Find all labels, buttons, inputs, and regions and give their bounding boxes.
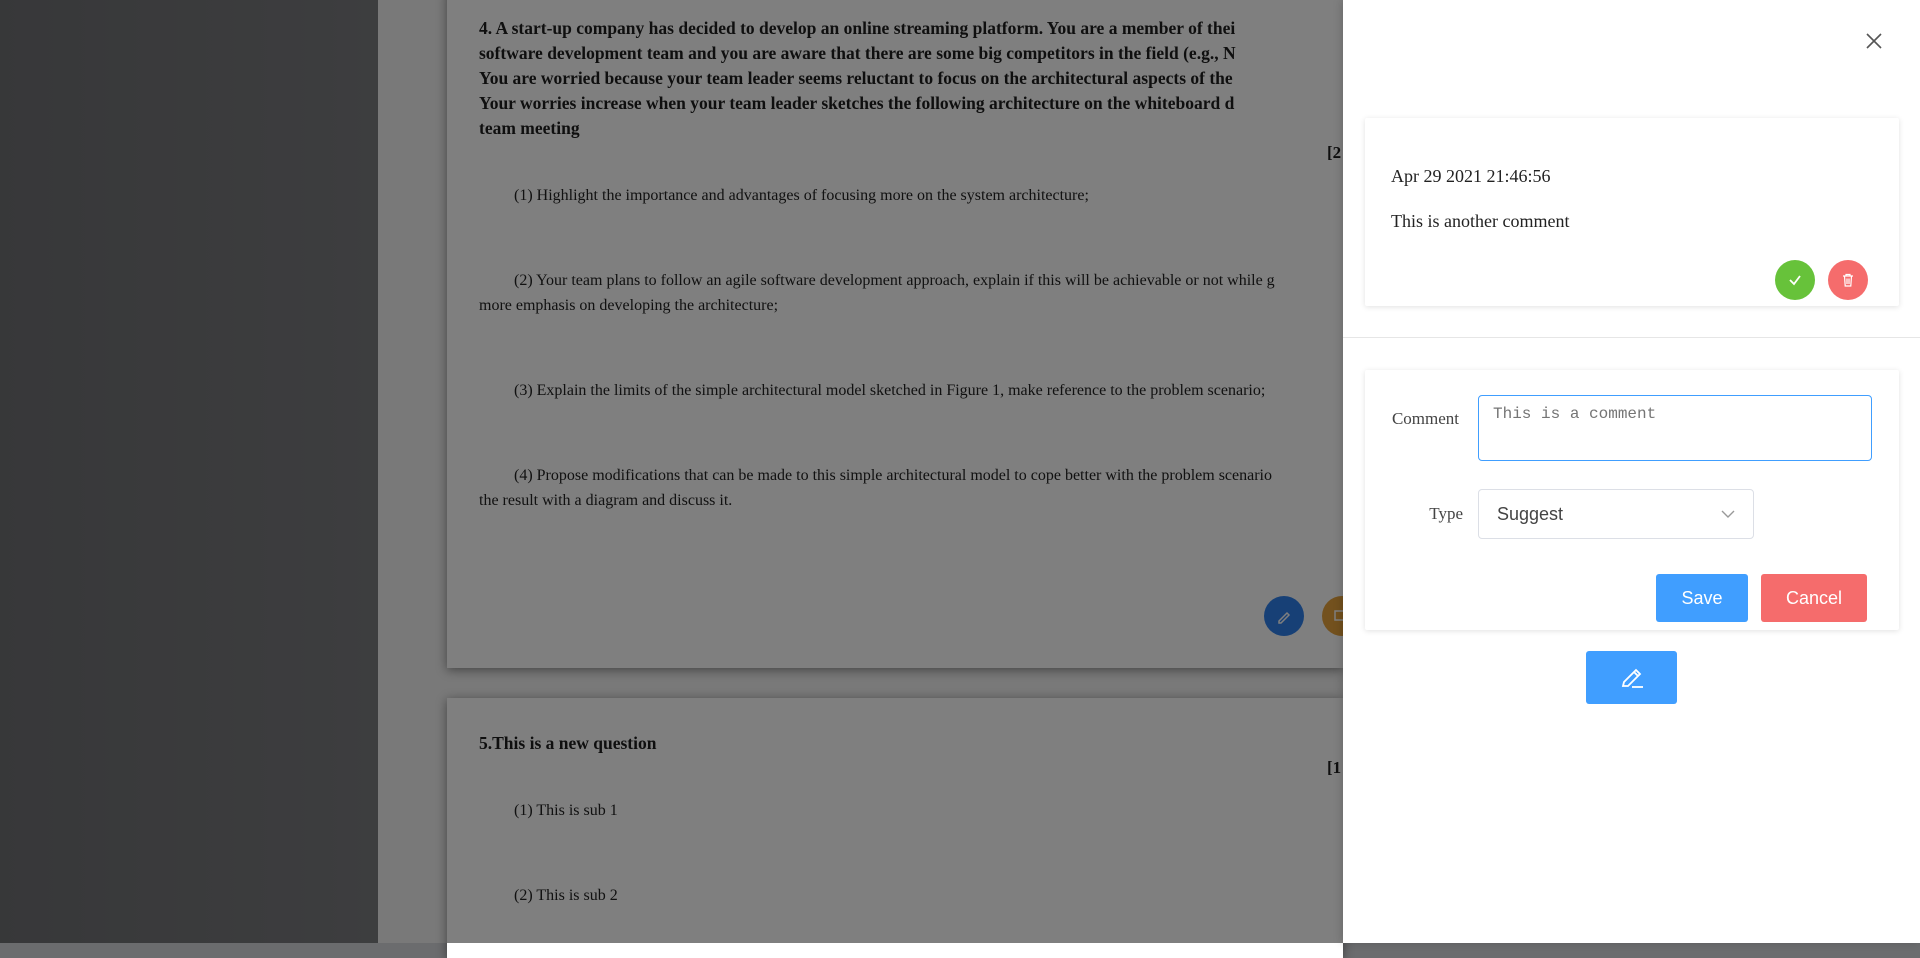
comment-textarea[interactable] xyxy=(1478,395,1872,461)
type-label: Type xyxy=(1429,504,1463,523)
delete-comment-button[interactable] xyxy=(1828,260,1868,300)
add-comment-button[interactable] xyxy=(1586,651,1677,704)
check-icon xyxy=(1789,275,1801,286)
close-button[interactable] xyxy=(1863,30,1885,52)
trash-icon xyxy=(1843,273,1853,287)
resolve-comment-button[interactable] xyxy=(1775,260,1815,300)
chevron-down-icon xyxy=(1721,510,1735,518)
close-icon xyxy=(1866,33,1882,49)
edit-icon xyxy=(1621,668,1643,688)
type-select-value: Suggest xyxy=(1497,503,1564,524)
comment-date: Apr 29 2021 21:46:56 xyxy=(1391,166,1551,186)
save-button[interactable]: Save xyxy=(1656,574,1748,622)
type-select[interactable]: Suggest xyxy=(1478,489,1754,539)
modal-overlay[interactable] xyxy=(0,0,1343,943)
comment-text: This is another comment xyxy=(1391,211,1570,231)
cancel-button[interactable]: Cancel xyxy=(1761,574,1867,622)
drawer-divider xyxy=(1343,337,1920,338)
comment-label: Comment xyxy=(1391,409,1459,428)
